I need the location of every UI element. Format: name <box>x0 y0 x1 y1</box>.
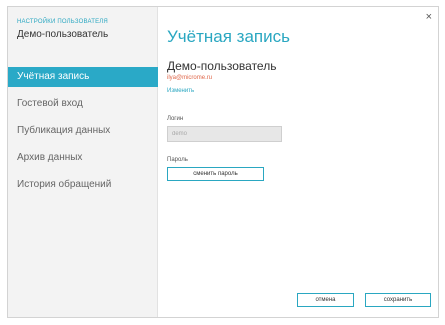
sidebar: НАСТРОЙКИ ПОЛЬЗОВАТЕЛЯ Демо-пользователь… <box>8 7 158 317</box>
page-title: Учётная запись <box>167 27 290 46</box>
sidebar-item-account[interactable]: Учётная запись <box>8 67 158 87</box>
sidebar-item-data-archive[interactable]: Архив данных <box>8 148 158 168</box>
save-button[interactable]: сохранить <box>365 293 431 307</box>
account-panel: Учётная запись Демо-пользователь ilya@mi… <box>167 7 438 317</box>
password-label: Пароль <box>167 157 188 163</box>
settings-dialog: НАСТРОЙКИ ПОЛЬЗОВАТЕЛЯ Демо-пользователь… <box>7 6 439 318</box>
sidebar-caption: НАСТРОЙКИ ПОЛЬЗОВАТЕЛЯ <box>17 19 108 25</box>
user-name: Демо-пользователь <box>167 59 277 73</box>
sidebar-item-guest-login[interactable]: Гостевой вход <box>8 94 158 114</box>
change-link[interactable]: Изменить <box>167 88 194 94</box>
user-email: ilya@microme.ru <box>167 75 213 81</box>
change-password-button[interactable]: сменить пароль <box>167 167 264 181</box>
sidebar-nav: Учётная запись Гостевой вход Публикация … <box>8 67 158 202</box>
cancel-button[interactable]: отмена <box>297 293 354 307</box>
login-field <box>167 126 282 142</box>
sidebar-item-data-publishing[interactable]: Публикация данных <box>8 121 158 141</box>
sidebar-item-request-history[interactable]: История обращений <box>8 175 158 195</box>
sidebar-user-name: Демо-пользователь <box>17 29 109 40</box>
login-label: Логин <box>167 116 184 122</box>
